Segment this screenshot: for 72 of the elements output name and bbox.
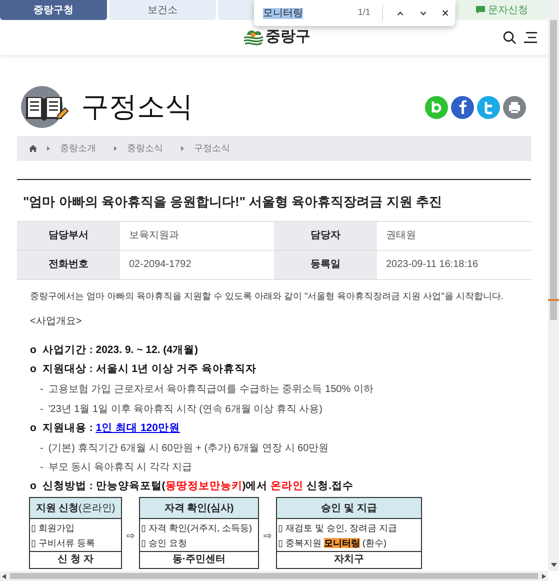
list-marker: - xyxy=(40,442,44,456)
facebook-share-icon[interactable] xyxy=(451,96,474,118)
info-label: 등록일 xyxy=(274,250,377,280)
scroll-left-icon[interactable] xyxy=(2,574,6,579)
menu-icon[interactable] xyxy=(524,32,537,43)
list-marker: o xyxy=(30,342,36,358)
logo-text[interactable]: 중랑구 xyxy=(266,26,310,49)
info-value: 2023-09-11 16:18:16 xyxy=(377,250,532,280)
list-text: 부모 동시 육아휴직 시 각각 지급 xyxy=(48,461,192,475)
list-marker: o xyxy=(30,420,36,436)
info-label: 전화번호 xyxy=(17,250,120,280)
chat-icon xyxy=(476,6,485,14)
match-count: 1/1 xyxy=(358,6,370,20)
previous-match-icon[interactable] xyxy=(397,10,404,16)
flow-box-title: 승인 및 지급 xyxy=(277,498,421,519)
flow-arrow: ⇨ xyxy=(126,530,136,544)
list-text: 사업기간 : 2023. 9. ~ 12. (4개월) xyxy=(42,342,198,358)
site-tab[interactable]: 보건소 xyxy=(109,0,216,20)
twitter-share-icon[interactable] xyxy=(477,96,500,118)
list-marker: o xyxy=(30,362,36,378)
list-text: (기본) 휴직기간 6개월 시 60만원 + (추가) 6개월 연장 시 60만원 xyxy=(48,442,329,456)
flow-box-item: ▯ 구비서류 등록 xyxy=(31,536,96,550)
scroll-right-icon[interactable] xyxy=(542,574,546,579)
chevron-icon xyxy=(114,146,117,151)
flow-box-agency: 동·주민센터 xyxy=(172,553,226,566)
info-value: 권태원 xyxy=(377,222,532,250)
flow-box-agency: 신 청 자 xyxy=(58,553,94,566)
list-text: 고용보험 가입 근로자로서 육아휴직급여를 수급하는 중위소득 150% 이하 xyxy=(48,383,374,397)
breadcrumb-link[interactable]: 중랑소개 xyxy=(60,142,96,156)
list-text: 지원내용 : 1인 최대 120만원 xyxy=(42,420,180,436)
flow-box-item: ▯ 재검토 및 승인, 장려금 지급 xyxy=(278,522,398,534)
section-heading: <사업개요> xyxy=(30,314,83,328)
breadcrumb-link[interactable]: 중랑소식 xyxy=(127,142,163,156)
flow-box-item: ▯ 중복지원 모니터링 (환수) xyxy=(278,536,387,550)
flow-box-title: 지원 신청(온라인) xyxy=(30,498,121,519)
flow-arrow: ⇨ xyxy=(262,530,272,544)
breadcrumb-link[interactable]: 구정소식 xyxy=(194,142,230,156)
match-marker xyxy=(548,299,559,301)
logo-icon xyxy=(244,29,262,46)
flow-box-item: ▯ 승인 요청 xyxy=(141,536,188,550)
intro-text: 중랑구에서는 엄마 아빠의 육아휴직을 지원할 수 있도록 아래와 같이 "서울형 육아휴직장려금 지원 사업"을 시작합니다. xyxy=(30,290,504,302)
flow-box-item: ▯ 자격 확인(거주지, 소득등) xyxy=(141,522,252,534)
info-label: 담당부서 xyxy=(17,222,120,250)
article-title: "엄마 아빠의 육아휴직을 응원합니다!" 서울형 육아휴직장려금 지원 추진 xyxy=(22,193,443,211)
scrollbar-thumb[interactable] xyxy=(550,20,557,320)
list-text: '23년 1월 1일 이후 육아휴직 시작 (연속 6개월 이상 휴직 사용) xyxy=(48,402,323,416)
chevron-icon xyxy=(181,146,184,151)
find-input[interactable]: 모니터링 xyxy=(263,6,352,20)
list-marker: - xyxy=(40,383,44,397)
site-tab[interactable]: 문자신청 xyxy=(456,0,548,20)
info-label: 담당자 xyxy=(274,222,377,250)
site-tab[interactable]: 중랑구청 xyxy=(0,0,107,20)
list-text: 지원대상 : 서울시 1년 이상 거주 육아휴직자 xyxy=(42,362,256,378)
list-marker: o xyxy=(30,479,36,494)
home-icon[interactable] xyxy=(29,145,37,152)
print-icon[interactable] xyxy=(503,96,526,118)
flow-box-title: 자격 확인(심사) xyxy=(140,498,258,519)
list-marker: - xyxy=(40,461,44,475)
vertical-scrollbar[interactable] xyxy=(548,0,559,571)
close-icon[interactable] xyxy=(442,9,449,17)
flow-box-item: ▯ 회원가입 xyxy=(31,522,75,534)
search-icon[interactable] xyxy=(503,31,516,44)
scroll-down-icon[interactable] xyxy=(551,563,557,567)
list-marker: - xyxy=(40,402,44,416)
list-text: 신청방법 : 만능양육포털(몽땅정보만능키)에서 온라인 신청.접수 xyxy=(42,479,354,494)
flow-box-agency: 자치구 xyxy=(334,553,364,566)
scrollbar-thumb[interactable] xyxy=(10,573,538,579)
next-match-icon[interactable] xyxy=(420,10,426,16)
horizontal-scrollbar[interactable] xyxy=(0,571,548,581)
chevron-icon xyxy=(47,146,50,151)
page-title: 구정소식 xyxy=(81,93,193,121)
book-icon xyxy=(20,85,70,129)
